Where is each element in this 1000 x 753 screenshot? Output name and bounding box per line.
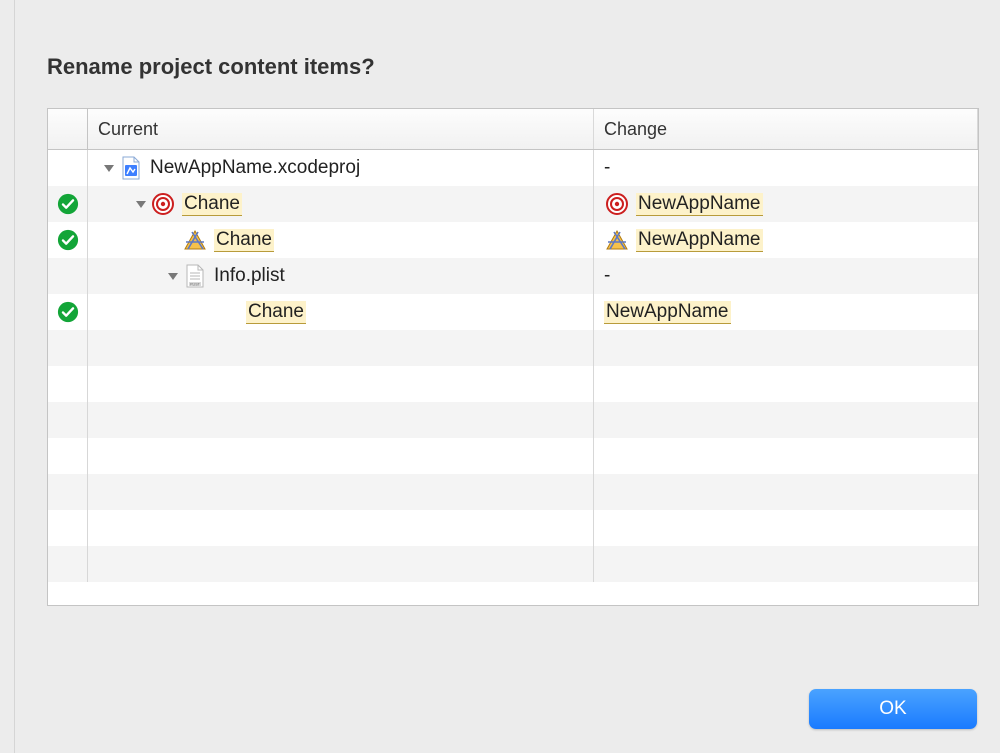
target-icon <box>151 192 175 216</box>
current-label: Chane <box>182 193 242 216</box>
checkmark-icon <box>57 193 79 215</box>
app-icon <box>183 229 207 251</box>
change-cell: NewAppName <box>594 294 978 330</box>
checkmark-icon <box>57 229 79 251</box>
column-change[interactable]: Change <box>594 109 978 149</box>
current-cell: NewAppName.xcodeproj <box>88 150 594 186</box>
row-checkbox[interactable] <box>48 186 88 222</box>
column-current[interactable]: Current <box>88 109 594 149</box>
current-cell <box>88 402 594 438</box>
disclosure-triangle[interactable] <box>100 162 118 174</box>
row-checkbox[interactable] <box>48 258 88 294</box>
disclosure-triangle-icon <box>167 270 179 282</box>
table-row[interactable]: Chane NewAppName <box>48 222 978 258</box>
change-label: NewAppName <box>604 301 731 324</box>
change-cell: NewAppName <box>594 222 978 258</box>
current-cell: Chane <box>88 186 594 222</box>
current-label: NewAppName.xcodeproj <box>150 157 360 179</box>
change-cell <box>594 474 978 510</box>
table-row[interactable]: Chane NewAppName <box>48 186 978 222</box>
change-cell <box>594 402 978 438</box>
column-checkbox <box>48 109 88 149</box>
app-icon <box>605 229 629 251</box>
current-cell: Chane <box>88 222 594 258</box>
current-cell: PLIST Info.plist <box>88 258 594 294</box>
change-cell <box>594 330 978 366</box>
table-row-empty <box>48 402 978 438</box>
row-checkbox <box>48 366 88 402</box>
table-row-empty <box>48 546 978 582</box>
row-checkbox <box>48 330 88 366</box>
table-row-empty <box>48 366 978 402</box>
table-body: NewAppName.xcodeproj-ChaneNewAppNameChan… <box>48 150 978 582</box>
current-cell <box>88 546 594 582</box>
row-checkbox[interactable] <box>48 150 88 186</box>
rename-dialog: Rename project content items? Current Ch… <box>14 0 1000 753</box>
change-label: - <box>604 265 610 287</box>
disclosure-triangle[interactable] <box>164 270 182 282</box>
row-checkbox[interactable] <box>48 222 88 258</box>
change-cell <box>594 546 978 582</box>
change-cell: - <box>594 258 978 294</box>
row-checkbox <box>48 438 88 474</box>
change-label: NewAppName <box>636 193 763 216</box>
table-row-empty <box>48 330 978 366</box>
ok-button[interactable]: OK <box>809 689 977 729</box>
xcodeproj-icon <box>120 156 142 180</box>
current-cell: Chane <box>88 294 594 330</box>
current-cell <box>88 330 594 366</box>
row-checkbox <box>48 510 88 546</box>
table-row-empty <box>48 510 978 546</box>
table-row-empty <box>48 438 978 474</box>
rename-table: Current Change NewAppName.xcodeproj - Chan… <box>47 108 979 606</box>
row-checkbox <box>48 474 88 510</box>
current-cell <box>88 474 594 510</box>
target-icon <box>605 192 629 216</box>
table-header: Current Change <box>48 109 978 150</box>
table-row[interactable]: Chane NewAppName <box>48 294 978 330</box>
dialog-title: Rename project content items? <box>47 54 375 80</box>
change-cell: NewAppName <box>594 186 978 222</box>
disclosure-triangle-icon <box>135 198 147 210</box>
change-cell <box>594 366 978 402</box>
row-checkbox[interactable] <box>48 294 88 330</box>
disclosure-triangle[interactable] <box>132 198 150 210</box>
change-label: - <box>604 157 610 179</box>
svg-text:PLIST: PLIST <box>190 283 201 287</box>
row-checkbox <box>48 402 88 438</box>
plist-icon: PLIST <box>185 264 205 288</box>
change-cell <box>594 438 978 474</box>
current-cell <box>88 510 594 546</box>
current-cell <box>88 366 594 402</box>
current-label: Info.plist <box>214 265 285 287</box>
checkmark-icon <box>57 301 79 323</box>
disclosure-triangle-icon <box>103 162 115 174</box>
table-row-empty <box>48 474 978 510</box>
current-label: Chane <box>214 229 274 252</box>
change-cell: - <box>594 150 978 186</box>
current-cell <box>88 438 594 474</box>
current-label: Chane <box>246 301 306 324</box>
row-checkbox <box>48 546 88 582</box>
table-row[interactable]: PLIST Info.plist - <box>48 258 978 294</box>
change-cell <box>594 510 978 546</box>
change-label: NewAppName <box>636 229 763 252</box>
table-row[interactable]: NewAppName.xcodeproj - <box>48 150 978 186</box>
